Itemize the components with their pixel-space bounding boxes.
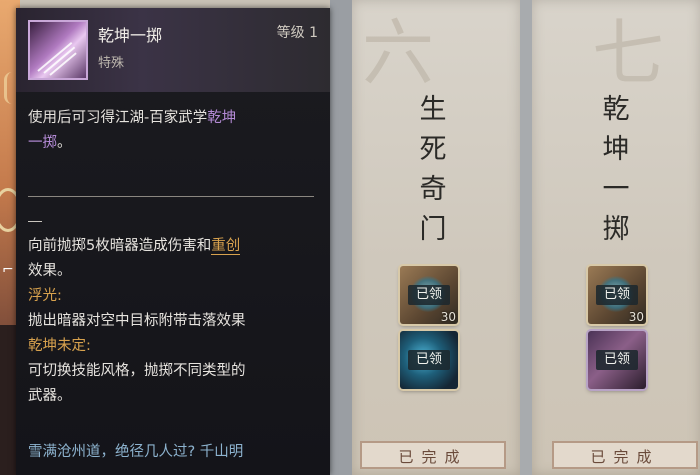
claimed-badge: 已领 (596, 285, 638, 305)
reward-skill-card[interactable]: 已领 (400, 331, 458, 389)
claimed-badge: 已领 (408, 285, 450, 305)
title-char: 乾 (602, 94, 630, 125)
tooltip-header: 乾坤一掷 等级 1 特殊 (16, 8, 330, 92)
style-label: 乾坤未定: (28, 338, 91, 354)
skill-effect: 向前抛掷5枚暗器造成伤害和重创 效果。 (28, 234, 318, 284)
style-text: 可切换技能风格，抛掷不同类型的 (28, 363, 246, 379)
item-description: 使用后可习得江湖-百家武学乾坤 一掷。 (28, 106, 318, 156)
item-name: 乾坤一掷 (98, 26, 163, 45)
streak-line (37, 41, 73, 72)
item-level: 等级 1 (276, 25, 318, 41)
stage-column-6[interactable]: 六 生 死 奇 门 已领 30 已领 已完成 (352, 0, 520, 475)
title-char: 掷 (602, 214, 630, 245)
stage-numeral: 七 (592, 11, 673, 95)
title-char: 奇 (419, 174, 447, 205)
completed-button[interactable]: 已完成 (360, 441, 506, 469)
item-count: 30 (440, 310, 456, 324)
dash-mark (28, 221, 42, 222)
style-fuguang: 浮光: 抛出暗器对空中目标附带击落效果 (28, 284, 318, 334)
title-char: 一 (602, 174, 630, 205)
skill-name-link[interactable]: 一掷 (28, 135, 57, 151)
keyword-link[interactable]: 重创 (211, 238, 241, 255)
desc-prefix: 使用后可习得江湖-百家武学 (28, 110, 208, 126)
style-text: 武器。 (28, 388, 72, 404)
skill-name-link[interactable]: 乾坤 (207, 110, 236, 126)
claimed-badge: 已领 (408, 350, 450, 370)
reward-skill-card[interactable]: 已领 (588, 331, 646, 389)
decorative-mark: ⌐ (2, 262, 14, 278)
stage-numeral: 六 (362, 11, 443, 95)
stage-skill-title: 乾 坤 一 掷 (596, 90, 636, 250)
thrown-daggers-icon (28, 20, 88, 80)
reward-item-card[interactable]: 已领 30 (588, 266, 646, 324)
title-char: 门 (419, 214, 447, 245)
column-separator (330, 0, 352, 475)
reward-item-card[interactable]: 已领 30 (400, 266, 458, 324)
desc-suffix: 。 (57, 135, 72, 151)
flavor-verse: 雪满沧州道，绝径几人过? 千山明 (28, 444, 244, 460)
divider (28, 196, 314, 197)
stage-skill-title: 生 死 奇 门 (413, 90, 453, 250)
title-char: 坤 (602, 134, 630, 165)
effect-text: 向前抛掷5枚暗器造成伤害和 (28, 238, 212, 254)
style-label: 浮光: (28, 288, 62, 304)
completed-button[interactable]: 已完成 (552, 441, 698, 469)
style-qiankun: 乾坤未定: 可切换技能风格，抛掷不同类型的 武器。 (28, 334, 318, 409)
style-text: 抛出暗器对空中目标附带击落效果 (28, 313, 246, 329)
item-count: 30 (628, 310, 644, 324)
claimed-badge: 已领 (596, 350, 638, 370)
effect-text: 效果。 (28, 263, 72, 279)
column-separator (520, 0, 532, 475)
item-tooltip: 乾坤一掷 等级 1 特殊 使用后可习得江湖-百家武学乾坤 一掷。 向前抛掷5枚暗… (16, 8, 330, 475)
stage-column-7[interactable]: 七 乾 坤 一 掷 已领 30 已领 已完成 (532, 0, 700, 475)
title-char: 生 (419, 94, 447, 125)
title-char: 死 (419, 134, 447, 165)
item-type: 特殊 (98, 56, 125, 71)
